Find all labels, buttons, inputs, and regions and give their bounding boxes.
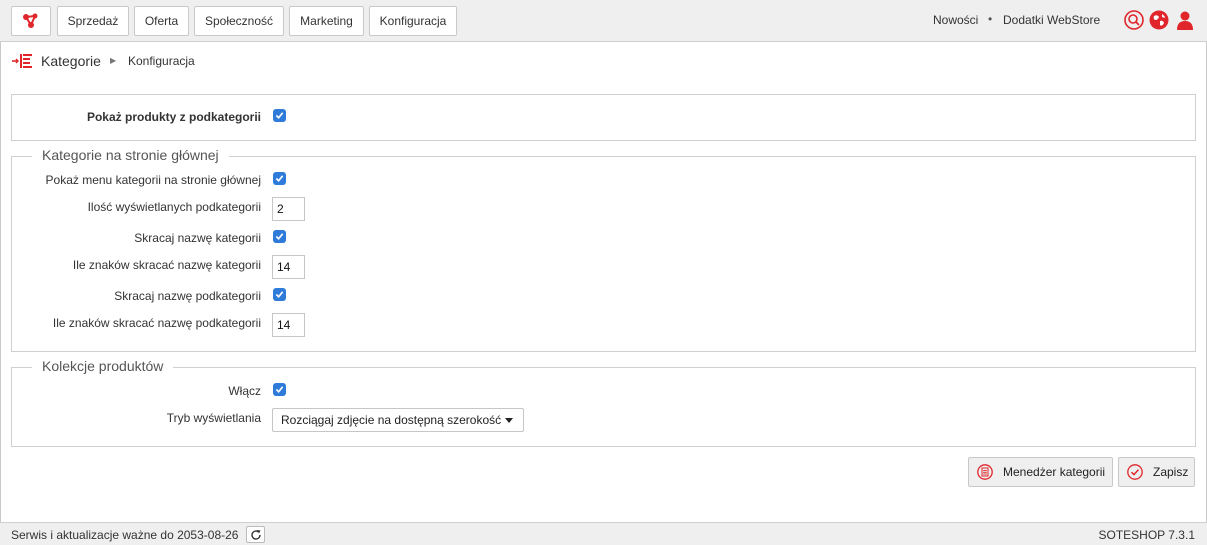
checkmark-icon (275, 175, 284, 182)
category-tree-icon (12, 54, 32, 68)
product-collections-legend: Kolekcje produktów (32, 358, 174, 374)
category-manager-label: Menedżer kategorii (1003, 465, 1106, 479)
nav-community[interactable]: Społeczność (194, 6, 284, 36)
version-text: SOTESHOP 7.3.1 (1098, 528, 1196, 542)
shorten-subcategory-checkbox[interactable] (273, 288, 286, 301)
home-logo-button[interactable] (11, 6, 51, 36)
category-chars-input[interactable] (272, 255, 305, 279)
nav-offer[interactable]: Oferta (134, 6, 189, 36)
homepage-categories-legend: Kategorie na stronie głównej (32, 147, 229, 163)
nav-marketing[interactable]: Marketing (289, 6, 364, 36)
display-mode-value: Rozciągaj zdjęcie na dostępną szerokość (281, 413, 502, 427)
subcategory-count-label: Ilość wyświetlanych podkategorii (87, 200, 261, 214)
nav-sales[interactable]: Sprzedaż (57, 6, 129, 36)
subcategory-chars-input[interactable] (272, 313, 305, 337)
logo-icon (23, 13, 38, 28)
subcategory-count-input[interactable] (272, 197, 305, 221)
nav-configuration[interactable]: Konfiguracja (369, 6, 457, 36)
top-navigation-bar: Sprzedaż Oferta Społeczność Marketing Ko… (0, 0, 1207, 42)
save-label: Zapisz (1153, 465, 1189, 479)
news-link[interactable]: Nowości (933, 13, 978, 27)
globe-icon[interactable] (1149, 10, 1169, 30)
refresh-button[interactable] (246, 526, 265, 543)
refresh-icon (250, 529, 261, 540)
document-list-icon (977, 464, 993, 480)
display-mode-select[interactable]: Rozciągaj zdjęcie na dostępną szerokość (272, 408, 524, 432)
show-menu-label: Pokaż menu kategorii na stronie głównej (45, 173, 261, 187)
subcategory-chars-label: Ile znaków skracać nazwę podkategorii (52, 316, 261, 330)
save-button[interactable]: Zapisz (1118, 457, 1195, 487)
checkmark-icon (275, 291, 284, 298)
chevron-down-icon (505, 418, 513, 423)
user-icon[interactable] (1175, 10, 1195, 30)
category-manager-button[interactable]: Menedżer kategorii (968, 457, 1113, 487)
show-subcategory-products-label: Pokaż produkty z podkategorii (86, 110, 261, 124)
show-subcategory-products-checkbox[interactable] (273, 109, 286, 122)
checkmark-icon (275, 233, 284, 240)
service-status-text: Serwis i aktualizacje ważne do 2053-08-2… (11, 528, 239, 542)
shorten-subcategory-label: Skracaj nazwę podkategorii (114, 289, 261, 303)
check-circle-icon (1127, 464, 1143, 480)
webstore-link[interactable]: Dodatki WebStore (1003, 13, 1100, 27)
shorten-category-label: Skracaj nazwę kategorii (134, 231, 261, 245)
breadcrumb-title[interactable]: Kategorie (41, 53, 101, 69)
show-menu-checkbox[interactable] (273, 172, 286, 185)
breadcrumb-separator-icon: ▶ (110, 56, 117, 65)
collections-enable-checkbox[interactable] (273, 383, 286, 396)
search-icon[interactable] (1124, 10, 1144, 30)
nav-separator: • (988, 12, 993, 26)
collections-enable-label: Włącz (228, 384, 261, 398)
category-chars-label: Ile znaków skracać nazwę kategorii (72, 258, 261, 272)
checkmark-icon (275, 112, 284, 119)
status-footer: Serwis i aktualizacje ważne do 2053-08-2… (0, 522, 1207, 545)
product-collections-panel (11, 367, 1196, 447)
checkmark-icon (275, 386, 284, 393)
display-mode-label: Tryb wyświetlania (166, 411, 261, 425)
shorten-category-checkbox[interactable] (273, 230, 286, 243)
breadcrumb-current: Konfiguracja (128, 54, 195, 68)
